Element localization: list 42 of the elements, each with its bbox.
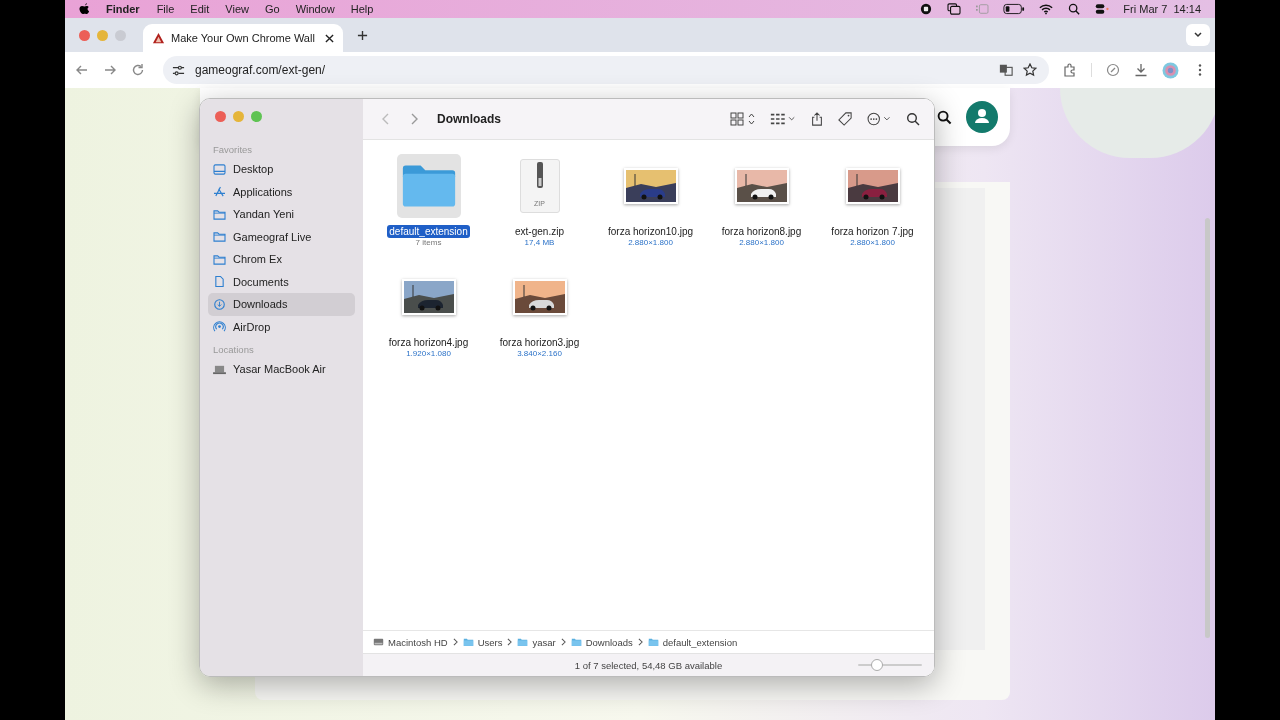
file-name[interactable]: forza horizon10.jpg [605, 225, 696, 238]
file-name[interactable]: ext-gen.zip [513, 225, 566, 238]
sidebar-item[interactable]: Gameograf Live [208, 225, 355, 248]
menu-item[interactable]: Window [295, 3, 335, 15]
address-bar[interactable]: gameograf.com/ext-gen/ [163, 56, 1049, 84]
sidebar-heading: Locations [212, 344, 255, 355]
sidebar-item[interactable]: Chrom Ex [208, 248, 355, 271]
file-name[interactable]: forza horizon 7.jpg [829, 225, 916, 238]
menu-item[interactable]: Help [350, 3, 374, 15]
file-name[interactable]: default_extension [387, 225, 470, 238]
file-detail: 3.840×2.160 [517, 349, 562, 358]
file-detail: 17,4 MB [524, 238, 555, 247]
file-detail: 1.920×1.080 [406, 349, 451, 358]
file-detail: 2.880×1.800 [628, 238, 673, 247]
sidebar-item[interactable]: Desktop [208, 158, 355, 181]
file-name[interactable]: forza horizon4.jpg [386, 336, 471, 349]
menu-item[interactable]: File [156, 3, 175, 15]
file-detail: 2.880×1.800 [739, 238, 784, 247]
sidebar-item[interactable]: Applications [208, 180, 355, 203]
file-name[interactable]: forza horizon3.jpg [497, 336, 582, 349]
path-item[interactable]: Users [462, 636, 503, 648]
file-detail: 2.880×1.800 [850, 238, 895, 247]
path-item[interactable]: yasar [517, 636, 556, 648]
sidebar-item[interactable]: Yasar MacBook Air [208, 358, 355, 381]
sidebar-item[interactable]: AirDrop [208, 315, 355, 338]
path-item[interactable]: Downloads [570, 636, 633, 648]
sidebar-heading: Favorites [212, 144, 254, 155]
menu-item[interactable]: View [225, 3, 249, 15]
sidebar-item[interactable]: Yandan Yeni [208, 203, 355, 226]
browser-tab[interactable]: Make Your Own Chrome Wall [143, 24, 343, 52]
window-title: Downloads [437, 112, 501, 126]
file-name[interactable]: forza horizon8.jpg [719, 225, 804, 238]
sidebar-item[interactable]: Downloads [208, 293, 355, 316]
menu-bar-clock[interactable]: Fri Mar 7 14:14 [1123, 3, 1201, 15]
menu-item[interactable]: Finder [106, 3, 140, 15]
menu-item[interactable]: Go [265, 3, 280, 15]
menu-item[interactable]: Edit [190, 3, 210, 15]
sidebar-item[interactable]: Documents [208, 270, 355, 293]
path-item[interactable]: Macintosh HD [373, 636, 448, 648]
file-detail: 7 items [415, 238, 442, 247]
path-item[interactable]: default_extension [647, 636, 738, 648]
status-text: 1 of 7 selected, 54,48 GB available [574, 659, 723, 671]
